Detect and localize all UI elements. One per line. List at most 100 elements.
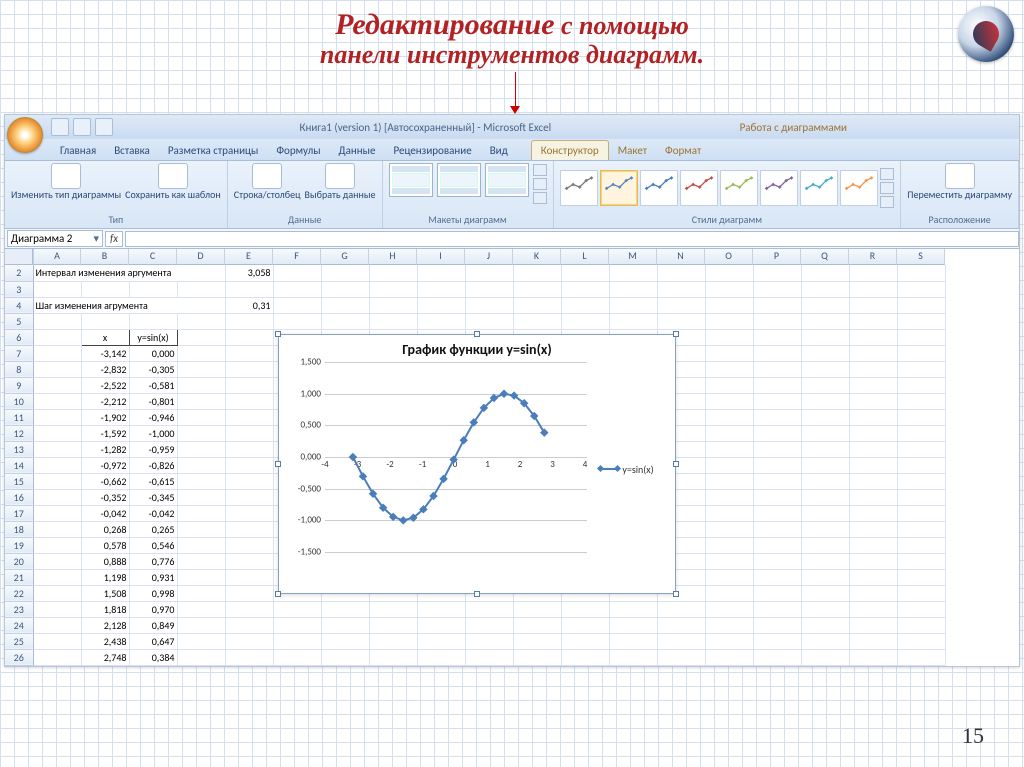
cell[interactable]: 0,776 bbox=[129, 553, 177, 569]
cell[interactable] bbox=[177, 457, 225, 473]
cell[interactable] bbox=[801, 425, 849, 441]
cell[interactable] bbox=[177, 473, 225, 489]
row-header[interactable]: 4 bbox=[5, 297, 33, 313]
cell[interactable] bbox=[609, 617, 657, 633]
cell[interactable] bbox=[753, 569, 801, 585]
cell[interactable] bbox=[225, 377, 273, 393]
cell[interactable]: 0,268 bbox=[81, 521, 129, 537]
cell[interactable] bbox=[321, 297, 369, 313]
cell[interactable] bbox=[561, 281, 609, 297]
cell[interactable] bbox=[897, 329, 945, 345]
cell[interactable]: 0,647 bbox=[129, 633, 177, 649]
cell[interactable] bbox=[177, 537, 225, 553]
cell[interactable] bbox=[33, 505, 81, 521]
cell[interactable] bbox=[753, 361, 801, 377]
cell[interactable]: x bbox=[81, 329, 129, 345]
cell[interactable] bbox=[801, 633, 849, 649]
cell[interactable] bbox=[801, 361, 849, 377]
resize-handle[interactable] bbox=[673, 331, 679, 337]
cell[interactable] bbox=[273, 281, 321, 297]
cell[interactable] bbox=[801, 377, 849, 393]
cell[interactable] bbox=[177, 393, 225, 409]
cell[interactable] bbox=[465, 601, 513, 617]
cell[interactable] bbox=[753, 377, 801, 393]
cell[interactable] bbox=[849, 297, 897, 313]
cell[interactable] bbox=[897, 569, 945, 585]
cell[interactable] bbox=[225, 441, 273, 457]
cell[interactable] bbox=[849, 601, 897, 617]
cell[interactable] bbox=[897, 393, 945, 409]
column-header[interactable]: C bbox=[129, 249, 177, 265]
cell[interactable] bbox=[177, 345, 225, 361]
redo-icon[interactable] bbox=[95, 118, 113, 136]
save-as-template-button[interactable]: Сохранить как шаблон bbox=[125, 163, 221, 201]
resize-handle[interactable] bbox=[474, 591, 480, 597]
cell[interactable]: 2,748 bbox=[81, 649, 129, 665]
cell[interactable] bbox=[705, 601, 753, 617]
column-header[interactable]: R bbox=[849, 249, 897, 265]
cell[interactable] bbox=[465, 265, 513, 281]
scroll-mid-icon[interactable] bbox=[533, 178, 547, 190]
switch-row-column-button[interactable]: Строка/столбец bbox=[234, 163, 301, 201]
cell[interactable] bbox=[849, 473, 897, 489]
cell[interactable] bbox=[33, 537, 81, 553]
column-header[interactable]: P bbox=[753, 249, 801, 265]
cell[interactable] bbox=[369, 633, 417, 649]
cell[interactable]: y=sin(x) bbox=[129, 329, 177, 345]
cell[interactable] bbox=[33, 361, 81, 377]
cell[interactable] bbox=[849, 585, 897, 601]
cell[interactable] bbox=[609, 297, 657, 313]
cell[interactable]: 0,998 bbox=[129, 585, 177, 601]
cell[interactable] bbox=[513, 649, 561, 665]
cell[interactable] bbox=[465, 313, 513, 329]
cell[interactable] bbox=[369, 281, 417, 297]
cell[interactable] bbox=[177, 361, 225, 377]
cell[interactable] bbox=[33, 377, 81, 393]
row-header[interactable]: 24 bbox=[5, 617, 33, 633]
chevron-down-icon[interactable]: ▾ bbox=[93, 232, 99, 245]
cell[interactable] bbox=[801, 457, 849, 473]
cell[interactable] bbox=[321, 617, 369, 633]
tab-design[interactable]: Конструктор bbox=[531, 140, 609, 160]
cell[interactable] bbox=[897, 265, 945, 281]
select-all-button[interactable] bbox=[5, 249, 33, 265]
tab-formulas[interactable]: Формулы bbox=[267, 141, 329, 160]
row-header[interactable]: 11 bbox=[5, 409, 33, 425]
chart-layout-thumb[interactable] bbox=[485, 163, 529, 197]
row-header[interactable]: 26 bbox=[5, 649, 33, 665]
cell[interactable]: 0,000 bbox=[129, 345, 177, 361]
cell[interactable] bbox=[753, 409, 801, 425]
cell[interactable] bbox=[33, 521, 81, 537]
cell[interactable] bbox=[177, 489, 225, 505]
chart-layout-thumb[interactable] bbox=[389, 163, 433, 197]
cell[interactable] bbox=[225, 457, 273, 473]
cell[interactable] bbox=[33, 473, 81, 489]
cell[interactable] bbox=[753, 345, 801, 361]
cell[interactable] bbox=[897, 425, 945, 441]
cell[interactable] bbox=[321, 265, 369, 281]
cell[interactable] bbox=[129, 313, 177, 329]
row-header[interactable]: 14 bbox=[5, 457, 33, 473]
cell[interactable] bbox=[225, 649, 273, 665]
cell[interactable] bbox=[705, 313, 753, 329]
row-header[interactable]: 8 bbox=[5, 361, 33, 377]
cell[interactable] bbox=[753, 489, 801, 505]
cell[interactable] bbox=[33, 569, 81, 585]
cell[interactable] bbox=[225, 601, 273, 617]
cell[interactable] bbox=[801, 521, 849, 537]
scroll-down-icon[interactable] bbox=[533, 192, 547, 204]
cell[interactable] bbox=[465, 297, 513, 313]
cell[interactable] bbox=[801, 441, 849, 457]
row-header[interactable]: 23 bbox=[5, 601, 33, 617]
cell[interactable]: 0,970 bbox=[129, 601, 177, 617]
cell[interactable] bbox=[417, 313, 465, 329]
cell[interactable] bbox=[801, 537, 849, 553]
cell[interactable] bbox=[849, 409, 897, 425]
cell[interactable] bbox=[225, 361, 273, 377]
cell[interactable] bbox=[753, 617, 801, 633]
cell[interactable] bbox=[177, 617, 225, 633]
cell[interactable]: 3,058 bbox=[225, 265, 273, 281]
cell[interactable] bbox=[369, 601, 417, 617]
cell[interactable]: 1,198 bbox=[81, 569, 129, 585]
row-header[interactable]: 17 bbox=[5, 505, 33, 521]
